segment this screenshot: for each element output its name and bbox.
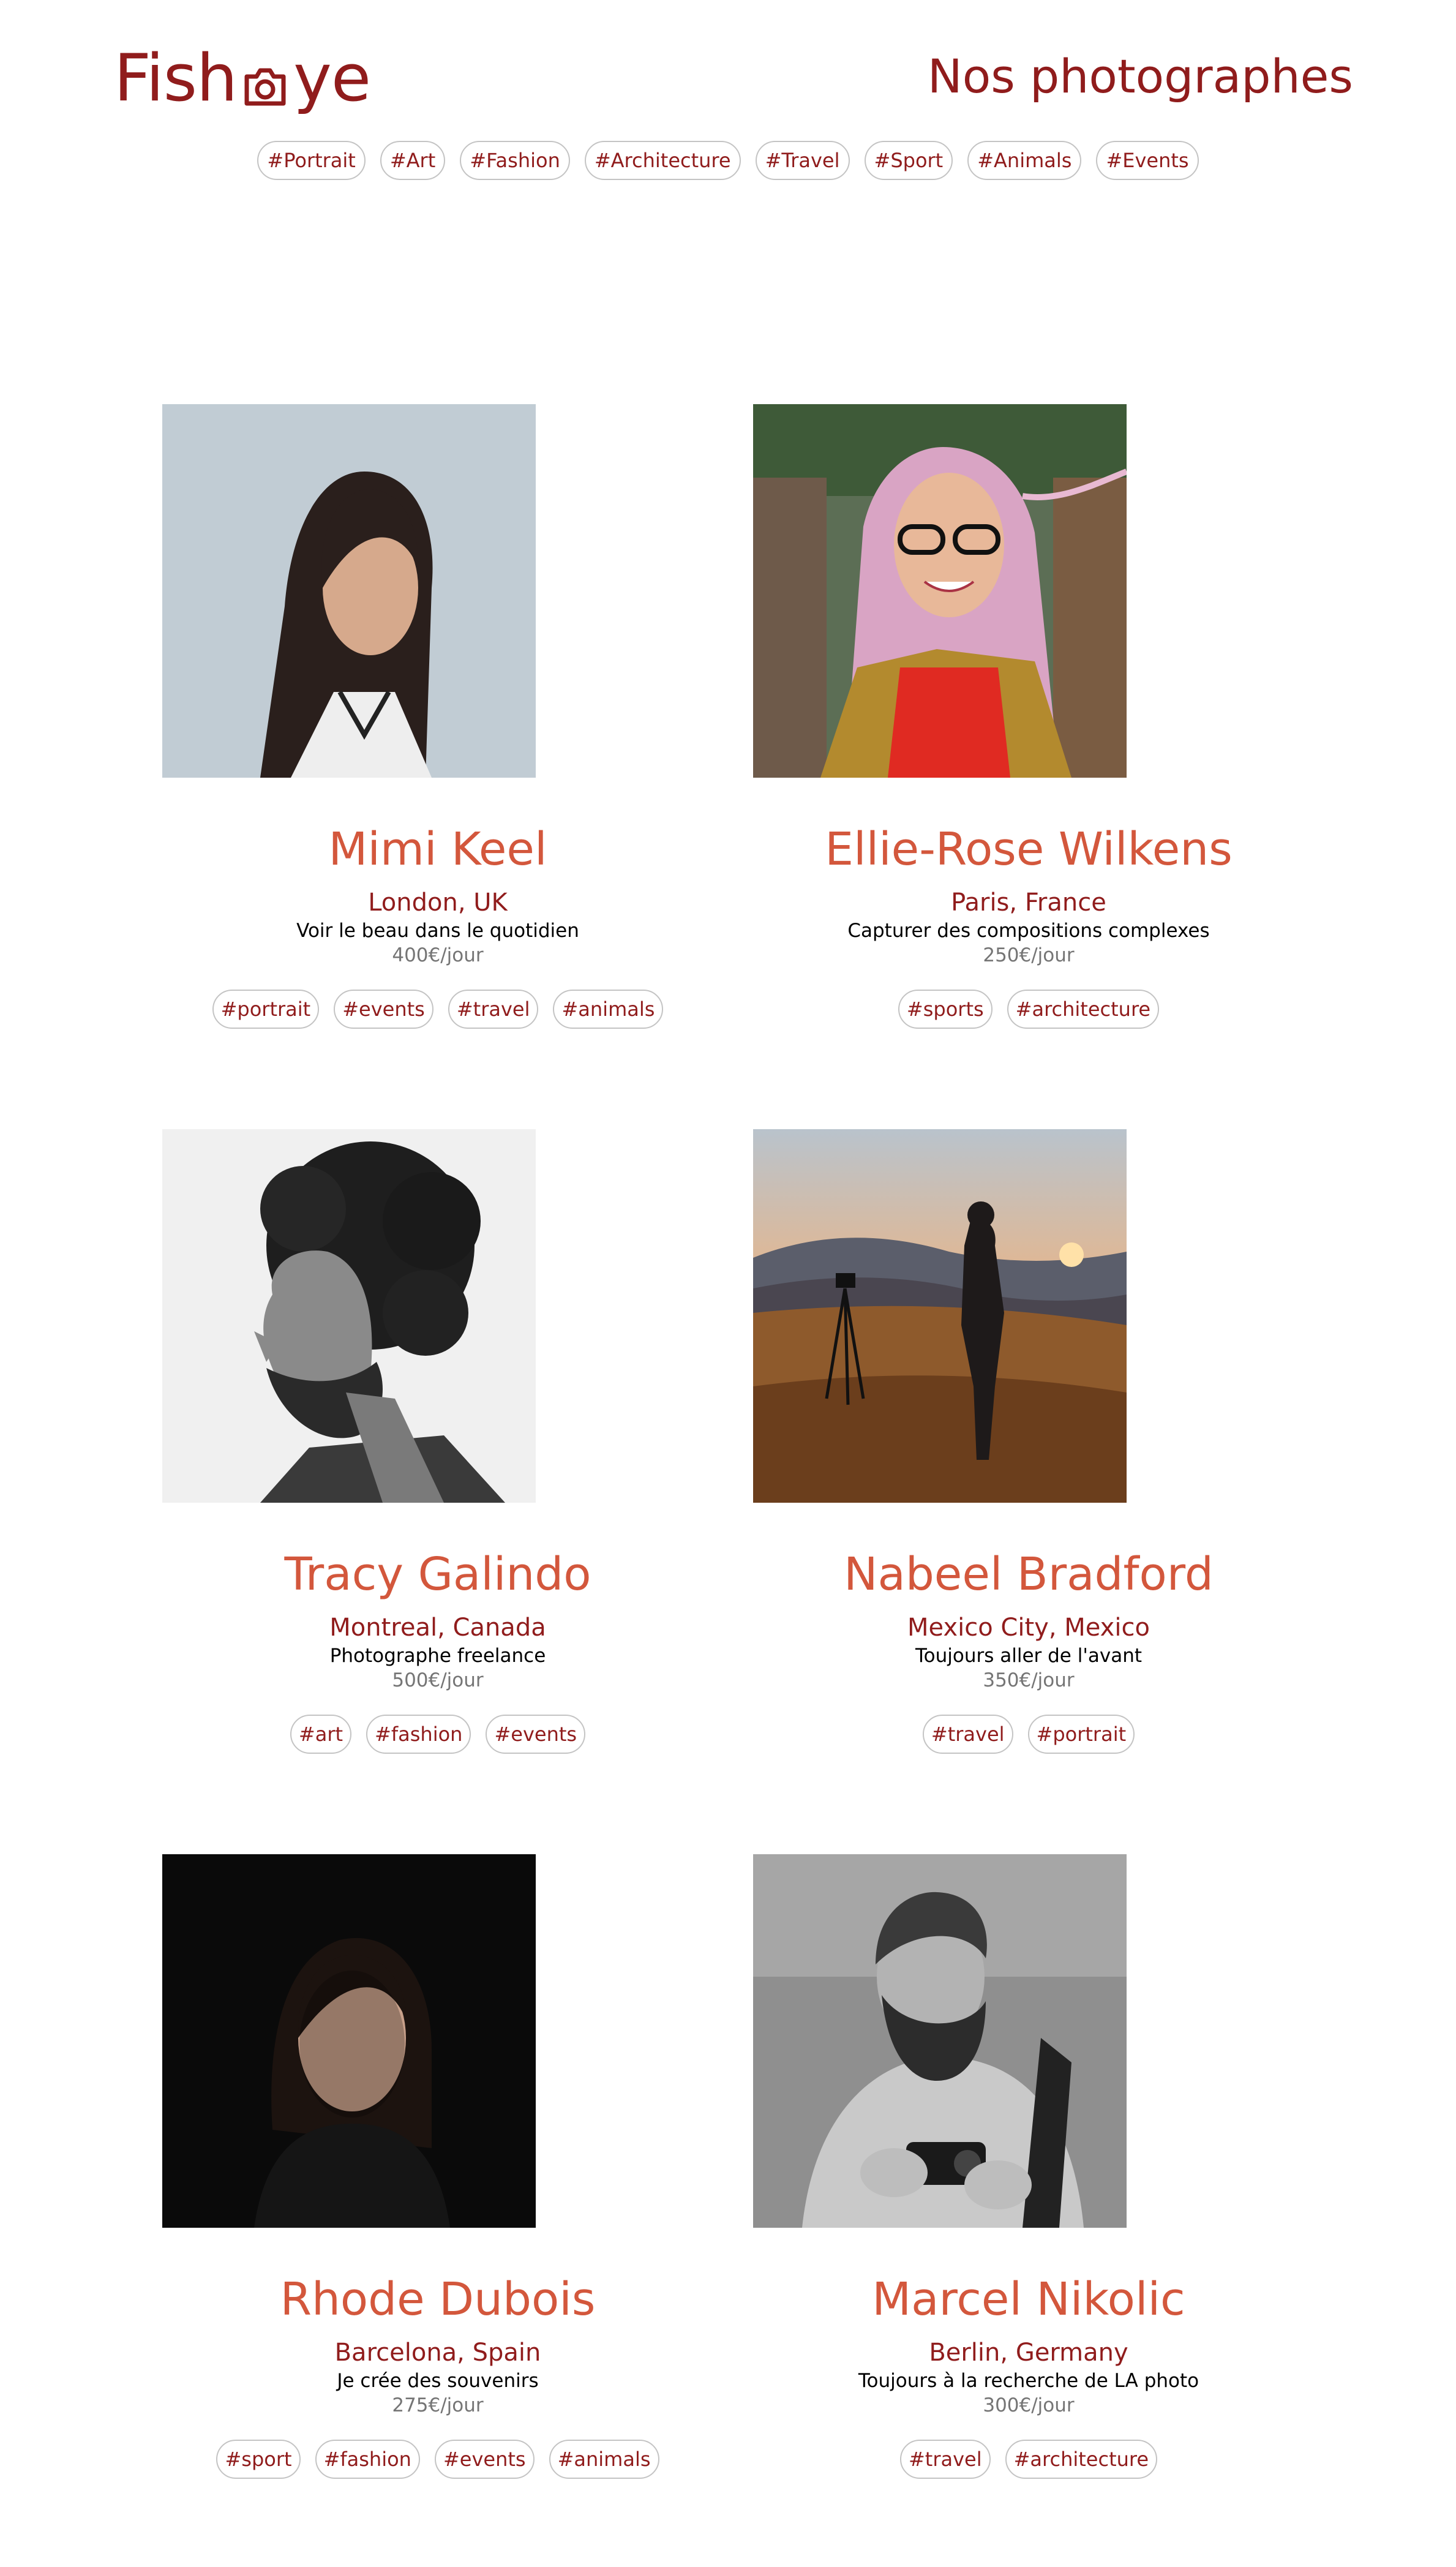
photographer-name[interactable]: Tracy Galindo — [162, 1547, 713, 1602]
photographer-price: 300€/jour — [983, 2394, 1075, 2416]
photographer-location: Berlin, Germany — [929, 2339, 1128, 2367]
photographer-card: Ellie-Rose Wilkens Paris, France Capture… — [753, 404, 1304, 1029]
photographer-price: 400€/jour — [392, 944, 484, 966]
photographer-location: Barcelona, Spain — [334, 2339, 541, 2367]
photographer-portrait[interactable] — [162, 404, 713, 778]
photographer-tags: #sports #architecture — [753, 990, 1304, 1029]
photographer-tagline: Capturer des compositions complexes — [847, 920, 1210, 942]
photographer-name[interactable]: Marcel Nikolic — [753, 2272, 1304, 2327]
photographer-location: Mexico City, Mexico — [907, 1614, 1150, 1642]
tag-architecture[interactable]: #architecture — [1005, 2440, 1158, 2479]
photographer-tags: #art #fashion #events — [162, 1715, 713, 1754]
photographer-portrait[interactable] — [753, 1854, 1304, 2228]
tag-animals[interactable]: #animals — [553, 990, 664, 1029]
tag-sports[interactable]: #sports — [898, 990, 993, 1029]
photographer-price: 275€/jour — [392, 2394, 484, 2416]
camera-icon — [239, 52, 291, 106]
tag-travel[interactable]: #travel — [899, 2440, 991, 2479]
nav-tag-fashion[interactable]: #Fashion — [460, 141, 570, 180]
photographer-name[interactable]: Nabeel Bradford — [753, 1547, 1304, 1602]
tag-travel[interactable]: #travel — [448, 990, 539, 1029]
nav-tag-art[interactable]: #Art — [380, 141, 446, 180]
photographer-name[interactable]: Mimi Keel — [162, 822, 713, 877]
tag-events[interactable]: #events — [334, 990, 433, 1029]
photographer-card: Mimi Keel London, UK Voir le beau dans l… — [162, 404, 713, 1029]
logo[interactable]: Fish ye — [114, 38, 371, 118]
logo-text-right: ye — [293, 40, 371, 116]
site-header: Fish ye Nos photographes #Portrait #Art … — [0, 0, 1456, 208]
photographer-tags: #sport #fashion #events #animals — [162, 2440, 713, 2479]
photographer-tags: #travel #portrait — [753, 1715, 1304, 1754]
tag-events[interactable]: #events — [486, 1715, 586, 1754]
nav-tag-portrait[interactable]: #Portrait — [257, 141, 366, 180]
photographer-card: Nabeel Bradford Mexico City, Mexico Touj… — [753, 1129, 1304, 1754]
photographer-location: London, UK — [368, 889, 508, 917]
tag-fashion[interactable]: #fashion — [366, 1715, 471, 1754]
tag-art[interactable]: #art — [290, 1715, 352, 1754]
tag-fashion[interactable]: #fashion — [315, 2440, 420, 2479]
tag-filter-nav: #Portrait #Art #Fashion #Architecture #T… — [0, 141, 1456, 180]
photographer-portrait[interactable] — [753, 404, 1304, 778]
photographer-name[interactable]: Ellie-Rose Wilkens — [753, 822, 1304, 877]
tag-sport[interactable]: #sport — [216, 2440, 301, 2479]
tag-portrait[interactable]: #portrait — [1027, 1715, 1135, 1754]
nav-tag-animals[interactable]: #Animals — [967, 141, 1082, 180]
photographer-tags: #travel #architecture — [753, 2440, 1304, 2479]
photographer-portrait[interactable] — [162, 1129, 713, 1503]
nav-tag-events[interactable]: #Events — [1096, 141, 1199, 180]
logo-text-left: Fish — [114, 40, 238, 116]
photographer-portrait[interactable] — [162, 1854, 713, 2228]
tag-travel[interactable]: #travel — [922, 1715, 1013, 1754]
nav-tag-sport[interactable]: #Sport — [864, 141, 953, 180]
photographer-tags: #portrait #events #travel #animals — [162, 990, 713, 1029]
photographer-tagline: Photographe freelance — [329, 1645, 546, 1667]
photographer-price: 250€/jour — [983, 944, 1075, 966]
photographer-card: Tracy Galindo Montreal, Canada Photograp… — [162, 1129, 713, 1754]
photographer-location: Paris, France — [951, 889, 1106, 917]
photographer-tagline: Je crée des souvenirs — [337, 2370, 539, 2392]
photographer-price: 350€/jour — [983, 1669, 1075, 1691]
nav-tag-travel[interactable]: #Travel — [755, 141, 850, 180]
nav-tag-architecture[interactable]: #Architecture — [584, 141, 741, 180]
photographer-location: Montreal, Canada — [329, 1614, 546, 1642]
tag-architecture[interactable]: #architecture — [1007, 990, 1160, 1029]
photographer-tagline: Toujours à la recherche de LA photo — [858, 2370, 1199, 2392]
photographer-price: 500€/jour — [392, 1669, 484, 1691]
photographer-portrait[interactable] — [753, 1129, 1304, 1503]
tag-portrait[interactable]: #portrait — [212, 990, 320, 1029]
photographer-card: Rhode Dubois Barcelona, Spain Je crée de… — [162, 1854, 713, 2479]
photographer-tagline: Toujours aller de l'avant — [915, 1645, 1143, 1667]
tag-animals[interactable]: #animals — [549, 2440, 659, 2479]
photographer-name[interactable]: Rhode Dubois — [162, 2272, 713, 2327]
photographer-tagline: Voir le beau dans le quotidien — [296, 920, 579, 942]
tag-events[interactable]: #events — [434, 2440, 535, 2479]
photographer-card: Marcel Nikolic Berlin, Germany Toujours … — [753, 1854, 1304, 2479]
page-title: Nos photographes — [927, 49, 1353, 103]
